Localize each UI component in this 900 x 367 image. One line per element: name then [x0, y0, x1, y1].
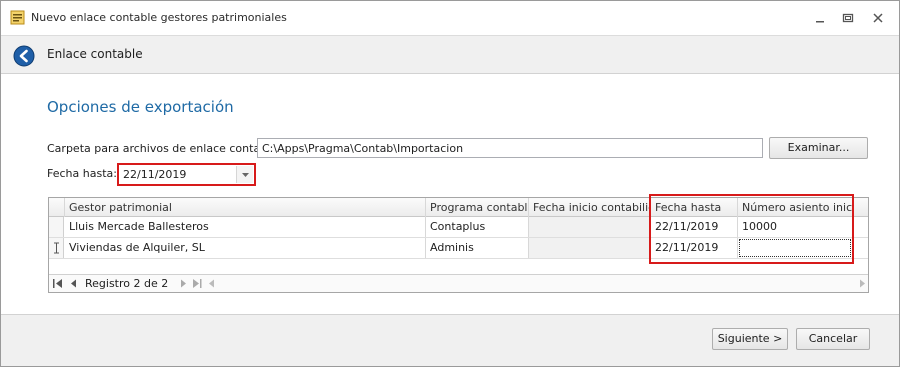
folder-label: Carpeta para archivos de enlace contable… — [47, 142, 281, 155]
browse-button[interactable]: Examinar... — [769, 137, 868, 159]
cell-programa[interactable]: Contaplus — [426, 217, 529, 237]
column-header-fecha-hasta[interactable]: Fecha hasta — [651, 198, 738, 217]
indicator-header — [49, 198, 65, 217]
wizard-header: Enlace contable — [1, 35, 899, 74]
row-indicator — [49, 217, 64, 237]
window-title: Nuevo enlace contable gestores patrimoni… — [31, 11, 287, 24]
last-record-icon[interactable] — [192, 278, 202, 289]
cell-fecha-hasta[interactable]: 22/11/2019 — [651, 217, 738, 237]
app-icon — [10, 10, 25, 25]
dropdown-arrow-icon[interactable] — [236, 166, 253, 183]
dialog-window: Nuevo enlace contable gestores patrimoni… — [0, 0, 900, 367]
section-title: Opciones de exportación — [47, 98, 234, 116]
cell-programa[interactable]: Adminis — [426, 238, 529, 258]
cell-asiento[interactable]: 10000 — [738, 217, 853, 237]
grid-header: Gestor patrimonial Programa contable Fec… — [49, 198, 868, 217]
cell-fecha-hasta[interactable]: 22/11/2019 — [651, 238, 738, 258]
wizard-footer: Siguiente > Cancelar — [1, 314, 899, 366]
scroll-right-icon[interactable] — [857, 278, 867, 289]
date-label: Fecha hasta: — [47, 167, 117, 180]
row-cursor-icon — [49, 238, 64, 258]
scroll-left-icon[interactable] — [207, 278, 217, 289]
column-header-fecha-inicio[interactable]: Fecha inicio contabilidad — [529, 198, 651, 217]
cell-fecha-inicio[interactable] — [529, 217, 651, 237]
minimize-icon[interactable] — [811, 9, 829, 27]
record-navigator: Registro 2 de 2 — [49, 274, 868, 292]
date-until-value: 22/11/2019 — [123, 168, 187, 181]
folder-path-input[interactable]: C:\Apps\Pragma\Contab\Importacion — [257, 138, 763, 158]
date-until-combo[interactable]: 22/11/2019 — [117, 163, 256, 186]
close-icon[interactable] — [869, 9, 887, 27]
column-header-gestor[interactable]: Gestor patrimonial — [65, 198, 426, 217]
restore-icon[interactable] — [839, 9, 857, 27]
next-record-icon[interactable] — [178, 278, 188, 289]
header-title: Enlace contable — [47, 47, 143, 61]
main-content: Opciones de exportación Carpeta para arc… — [9, 74, 891, 314]
prev-record-icon[interactable] — [69, 278, 79, 289]
gestores-grid: Gestor patrimonial Programa contable Fec… — [48, 197, 869, 293]
first-record-icon[interactable] — [53, 278, 63, 289]
cell-asiento-editor[interactable] — [739, 239, 851, 257]
column-header-asiento[interactable]: Número asiento inicial — [738, 198, 853, 217]
back-arrow-icon[interactable] — [13, 45, 35, 67]
record-counter: Registro 2 de 2 — [85, 277, 169, 290]
cell-gestor[interactable]: Viviendas de Alquiler, SL — [65, 238, 426, 258]
column-header-programa[interactable]: Programa contable — [426, 198, 529, 217]
next-button[interactable]: Siguiente > — [712, 328, 788, 350]
title-bar: Nuevo enlace contable gestores patrimoni… — [1, 1, 899, 35]
cell-fecha-inicio[interactable] — [529, 238, 651, 258]
cell-gestor[interactable]: Lluis Mercade Ballesteros — [65, 217, 426, 237]
table-row[interactable]: Viviendas de Alquiler, SL Adminis 22/11/… — [49, 238, 868, 259]
table-row[interactable]: Lluis Mercade Ballesteros Contaplus 22/1… — [49, 217, 868, 238]
cancel-button[interactable]: Cancelar — [796, 328, 870, 350]
